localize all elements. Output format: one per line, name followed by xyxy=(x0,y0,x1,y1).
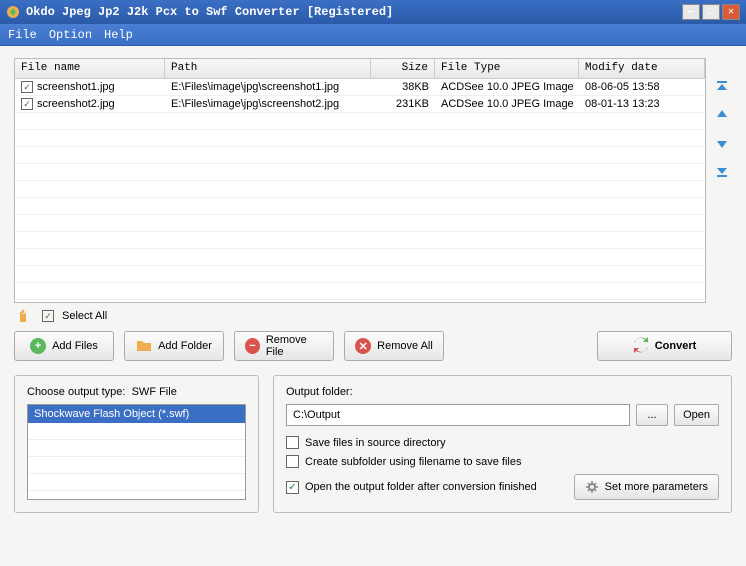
cell-date: 08-01-13 13:23 xyxy=(579,98,705,110)
col-modifydate[interactable]: Modify date xyxy=(579,59,705,78)
convert-icon xyxy=(633,337,649,356)
plus-icon: + xyxy=(30,338,46,354)
titlebar: Okdo Jpeg Jp2 J2k Pcx to Swf Converter [… xyxy=(0,0,746,24)
maximize-button[interactable]: □ xyxy=(702,4,720,20)
menu-option[interactable]: Option xyxy=(49,28,92,42)
col-filetype[interactable]: File Type xyxy=(435,59,579,78)
output-type-value: SWF File xyxy=(132,386,177,398)
cell-type: ACDSee 10.0 JPEG Image xyxy=(435,98,579,110)
folder-icon xyxy=(136,338,152,355)
browse-button[interactable]: ... xyxy=(636,404,668,426)
save-source-checkbox[interactable] xyxy=(286,436,299,449)
cell-path: E:\Files\image\jpg\screenshot2.jpg xyxy=(165,98,371,110)
gear-icon xyxy=(585,480,599,494)
create-subfolder-label: Create subfolder using filename to save … xyxy=(305,456,521,468)
table-header: File name Path Size File Type Modify dat… xyxy=(15,59,705,79)
move-down-button[interactable] xyxy=(713,134,731,152)
output-type-list[interactable]: Shockwave Flash Object (*.swf) xyxy=(27,404,246,500)
open-after-checkbox[interactable] xyxy=(286,481,299,494)
move-up-button[interactable] xyxy=(713,106,731,124)
table-row[interactable]: ✓ screenshot2.jpg E:\Files\image\jpg\scre… xyxy=(15,96,705,113)
minus-icon: − xyxy=(245,338,260,354)
open-folder-button[interactable]: Open xyxy=(674,404,719,426)
x-icon: ✕ xyxy=(355,338,371,354)
move-top-button[interactable] xyxy=(713,78,731,96)
save-source-label: Save files in source directory xyxy=(305,437,446,449)
table-body: ✓ screenshot1.jpg E:\Files\image\jpg\scre… xyxy=(15,79,705,300)
select-all-label: Select All xyxy=(62,310,107,322)
output-type-item-selected[interactable]: Shockwave Flash Object (*.swf) xyxy=(28,405,245,423)
add-folder-button[interactable]: Add Folder xyxy=(124,331,224,361)
cell-date: 08-06-05 13:58 xyxy=(579,81,705,93)
cell-filename: screenshot2.jpg xyxy=(37,98,115,110)
output-type-panel: Choose output type: SWF File Shockwave F… xyxy=(14,375,259,513)
menu-file[interactable]: File xyxy=(8,28,37,42)
output-type-label: Choose output type: xyxy=(27,386,125,398)
output-folder-panel: Output folder: ... Open Save files in so… xyxy=(273,375,732,513)
minimize-button[interactable]: — xyxy=(682,4,700,20)
file-list-table: File name Path Size File Type Modify dat… xyxy=(14,58,706,303)
cell-filename: screenshot1.jpg xyxy=(37,81,115,93)
open-after-label: Open the output folder after conversion … xyxy=(305,481,537,493)
output-folder-input[interactable] xyxy=(286,404,630,426)
folder-up-icon[interactable] xyxy=(18,309,34,323)
remove-all-button[interactable]: ✕Remove All xyxy=(344,331,444,361)
window-title: Okdo Jpeg Jp2 J2k Pcx to Swf Converter [… xyxy=(26,5,682,19)
cell-size: 38KB xyxy=(371,81,435,93)
create-subfolder-checkbox[interactable] xyxy=(286,455,299,468)
col-size[interactable]: Size xyxy=(371,59,435,78)
app-icon xyxy=(6,5,20,19)
row-checkbox[interactable]: ✓ xyxy=(21,98,33,110)
menu-help[interactable]: Help xyxy=(104,28,133,42)
cell-path: E:\Files\image\jpg\screenshot1.jpg xyxy=(165,81,371,93)
cell-type: ACDSee 10.0 JPEG Image xyxy=(435,81,579,93)
move-bottom-button[interactable] xyxy=(713,162,731,180)
select-all-checkbox[interactable]: ✓ xyxy=(42,310,54,322)
row-checkbox[interactable]: ✓ xyxy=(21,81,33,93)
menubar: File Option Help xyxy=(0,24,746,46)
add-files-button[interactable]: +Add Files xyxy=(14,331,114,361)
col-path[interactable]: Path xyxy=(165,59,371,78)
cell-size: 231KB xyxy=(371,98,435,110)
set-more-parameters-button[interactable]: Set more parameters xyxy=(574,474,719,500)
remove-file-button[interactable]: −Remove File xyxy=(234,331,334,361)
output-folder-label: Output folder: xyxy=(286,386,719,398)
col-filename[interactable]: File name xyxy=(15,59,165,78)
table-row[interactable]: ✓ screenshot1.jpg E:\Files\image\jpg\scre… xyxy=(15,79,705,96)
reorder-arrows xyxy=(712,58,732,303)
convert-button[interactable]: Convert xyxy=(597,331,732,361)
close-button[interactable]: ✕ xyxy=(722,4,740,20)
